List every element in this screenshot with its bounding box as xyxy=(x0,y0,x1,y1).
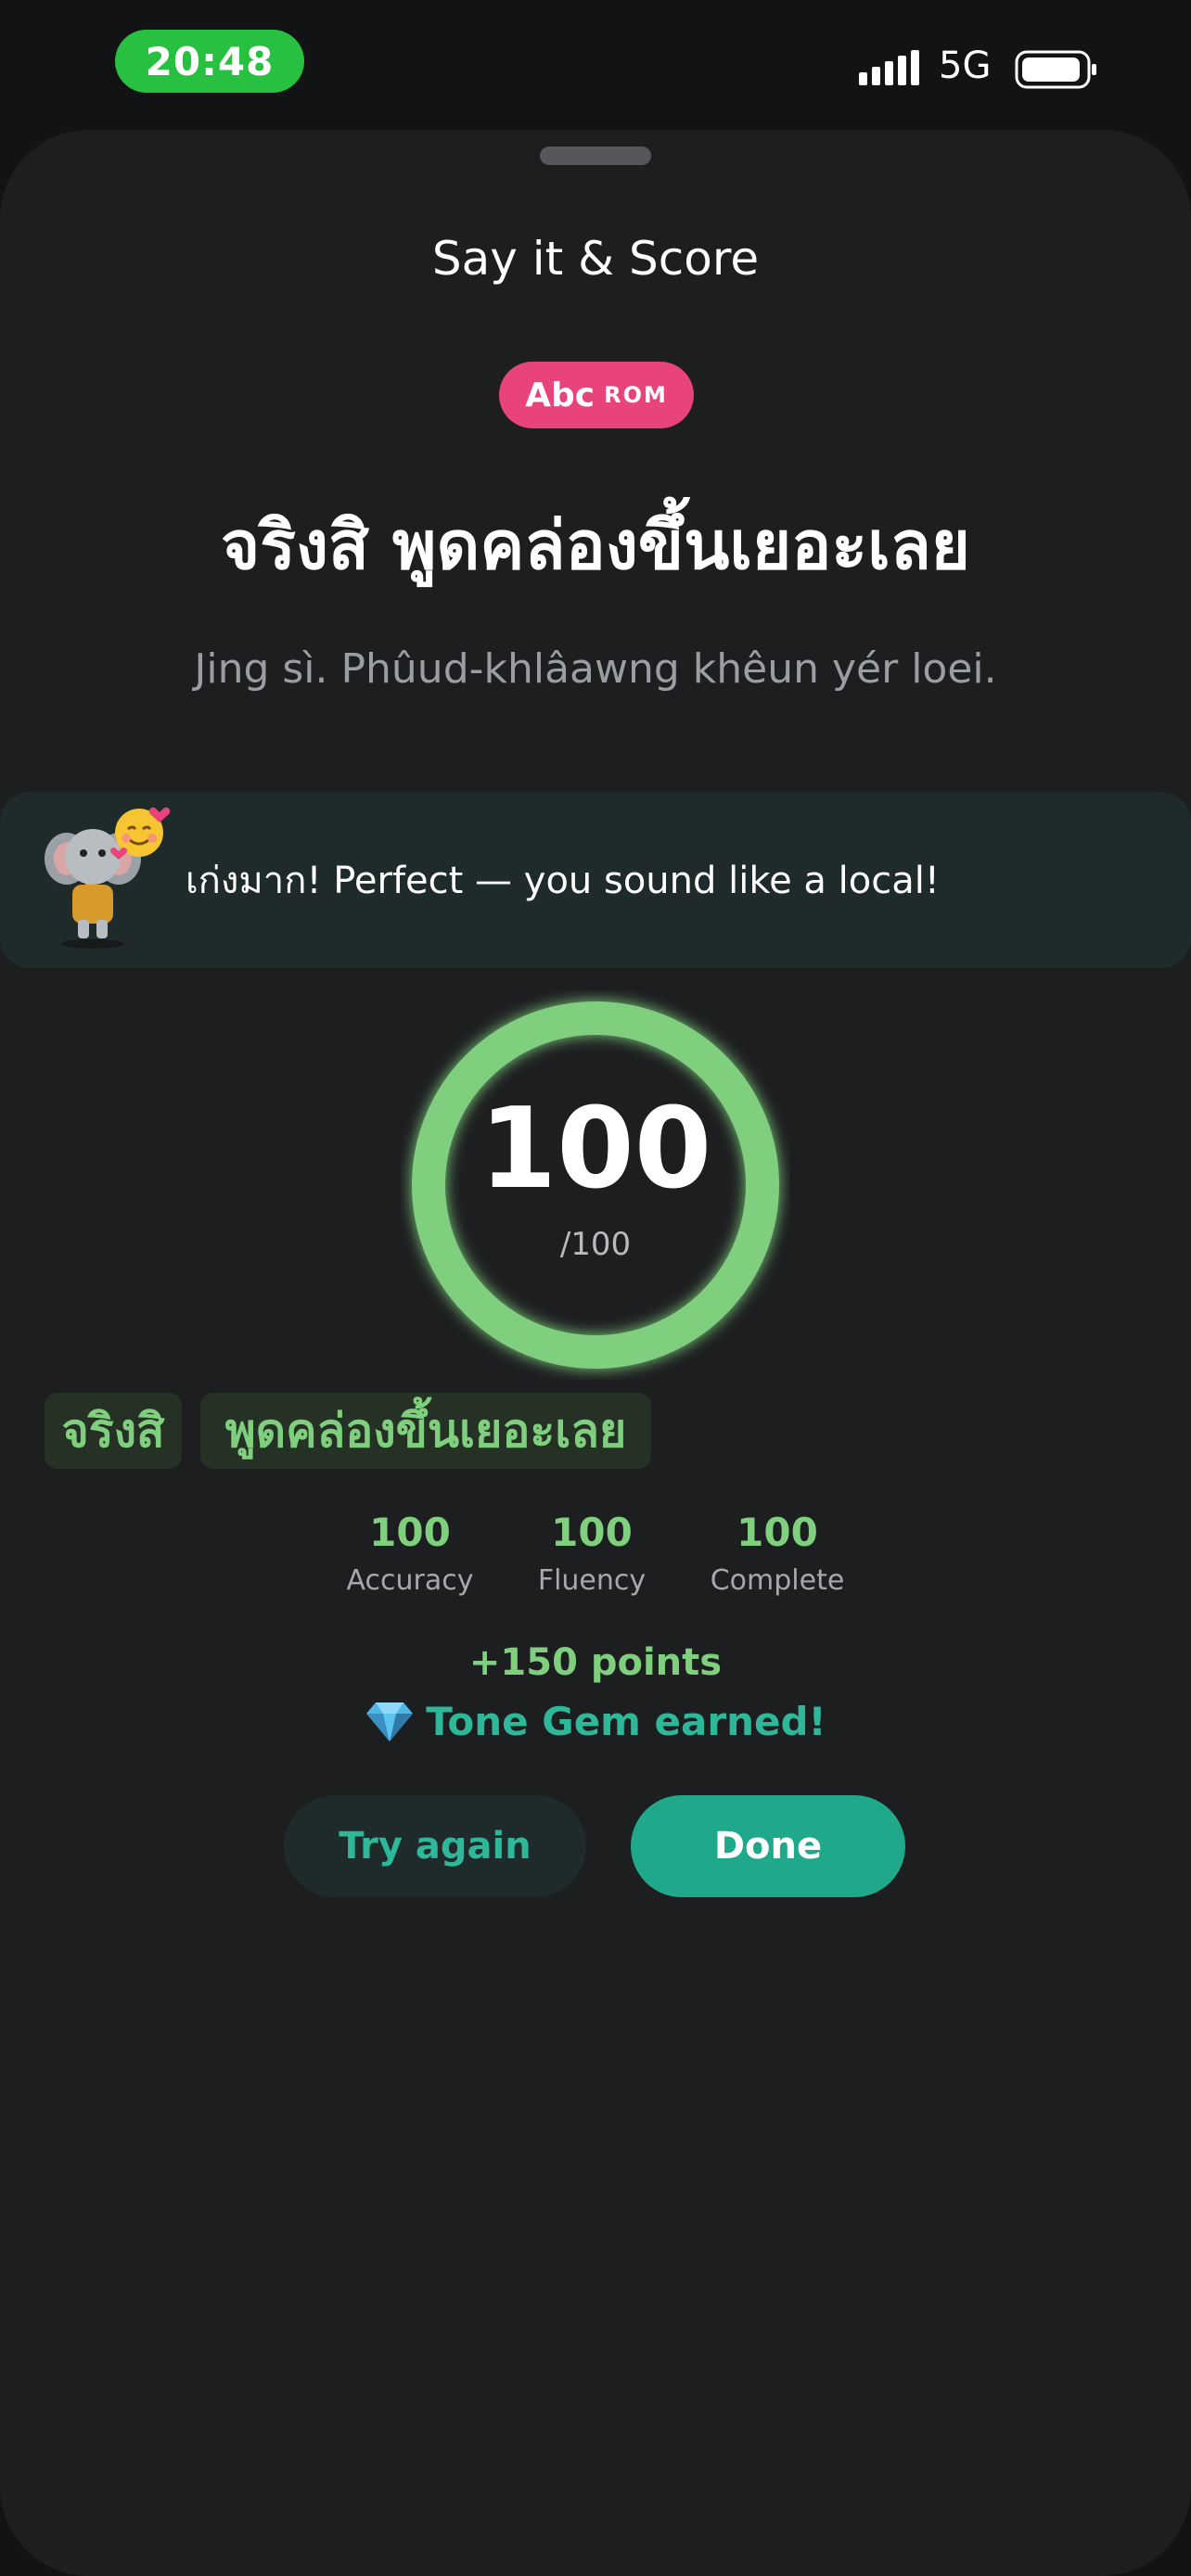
word-chip[interactable]: จริงสิ xyxy=(45,1393,182,1469)
done-button[interactable]: Done xyxy=(631,1795,905,1897)
gem-icon xyxy=(366,1702,414,1741)
score-max: /100 xyxy=(559,1226,632,1263)
romanization-toggle-button[interactable]: Abc ROM xyxy=(499,362,694,428)
time-pill: 20:48 xyxy=(115,30,304,93)
network-label: 5G xyxy=(939,45,992,87)
score-sheet: Say it & Score Abc ROM จริงสิ พูดคล่องขึ… xyxy=(0,130,1191,2576)
drag-handle[interactable] xyxy=(540,147,651,165)
metric-fluency: 100 Fluency xyxy=(508,1510,675,1597)
points-earned: +150 points xyxy=(468,1641,723,1684)
metric-value: 100 xyxy=(736,1510,818,1555)
metric-complete: 100 Complete xyxy=(694,1510,861,1597)
try-again-button[interactable]: Try again xyxy=(284,1795,586,1897)
phrase-romanized: Jing sì. Phûud-khlâawng khêun yér loei. xyxy=(194,645,997,693)
gem-earned-text: Tone Gem earned! xyxy=(426,1699,826,1744)
sheet-title: Say it & Score xyxy=(431,232,760,286)
rom-toggle-rom: ROM xyxy=(604,382,668,408)
word-chip[interactable]: พูดคล่องขึ้นเยอะเลย xyxy=(200,1393,651,1469)
metric-accuracy: 100 Accuracy xyxy=(327,1510,493,1597)
feedback-banner: เก่งมาก! Perfect — you sound like a loca… xyxy=(0,792,1191,968)
metric-label: Accuracy xyxy=(346,1564,474,1597)
elephant-mascot-icon xyxy=(45,807,171,949)
metric-label: Fluency xyxy=(537,1564,647,1597)
battery-icon xyxy=(1015,50,1096,89)
cellular-signal-icon xyxy=(859,50,919,85)
metric-label: Complete xyxy=(710,1564,845,1597)
score-value: 100 xyxy=(479,1085,712,1214)
gem-earned: Tone Gem earned! xyxy=(0,1699,1191,1744)
metric-value: 100 xyxy=(369,1510,451,1555)
metric-value: 100 xyxy=(551,1510,633,1555)
status-bar: 20:48 5G xyxy=(0,0,1191,139)
rom-toggle-abc: Abc xyxy=(525,376,596,414)
feedback-message: เก่งมาก! Perfect — you sound like a loca… xyxy=(186,860,940,902)
phrase-thai: จริงสิ พูดคล่องขึ้นเยอะเลย xyxy=(221,506,970,584)
